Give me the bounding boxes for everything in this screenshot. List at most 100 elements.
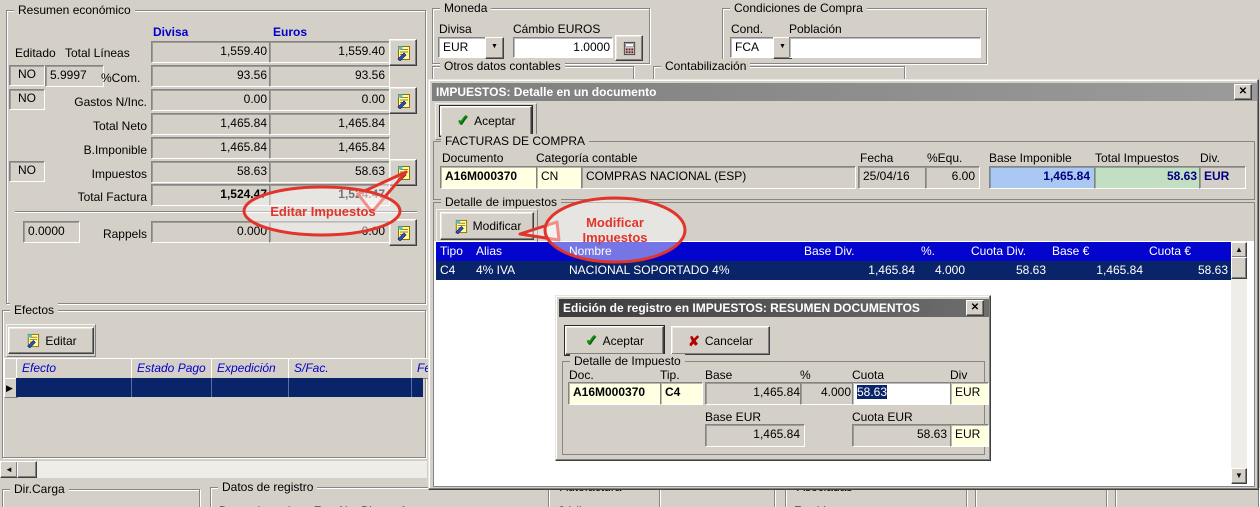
tax-row-base-div[interactable]: 1,465.84 — [800, 261, 920, 280]
close-button[interactable]: ✕ — [966, 300, 984, 316]
condiciones-compra-group: Condiciones de Compra Cond. Población FC… — [722, 8, 987, 64]
categoria-codigo-field[interactable]: CN — [536, 166, 586, 189]
tax-row-base-eur[interactable]: 1,465.84 — [1048, 261, 1148, 280]
poblacion-label: Población — [789, 22, 842, 36]
cuota-div-column-header[interactable]: Cuota Div. — [967, 242, 1052, 261]
poblacion-input[interactable] — [789, 37, 981, 58]
cuota-eur-column-header[interactable]: Cuota € — [1145, 242, 1234, 261]
dir-carga-group-title: Dir.Carga — [10, 482, 69, 496]
resumen-group-title: Resumen económico — [14, 3, 135, 17]
detalle-impuesto-group: Detalle de Impuesto Doc. Tip. Base % Cuo… — [562, 361, 985, 455]
gastos-label: Gastos N/Inc. — [52, 95, 147, 109]
aceptar-button[interactable]: ✓ Aceptar — [440, 106, 532, 136]
rappels-label: Rappels — [77, 227, 147, 241]
total-factura-label: Total Factura — [52, 190, 147, 204]
base-div-column-header[interactable]: Base Div. — [800, 242, 921, 261]
otros-datos-group-title: Otros datos contables — [440, 59, 565, 73]
impuestos-dialog-titlebar[interactable]: IMPUESTOS: Detalle en un documento — [432, 83, 1257, 101]
editado-label: Editado — [15, 46, 56, 60]
efecto-column-header[interactable]: Efecto — [16, 358, 137, 379]
edit-note-icon — [25, 333, 40, 348]
expedicion-column-header[interactable]: Expedición — [211, 358, 294, 379]
scroll-down-button[interactable]: ▼ — [1231, 468, 1247, 484]
doc-label: Doc. — [569, 368, 594, 382]
categoria-nombre-field: COMPRAS NACIONAL (ESP) — [581, 166, 856, 189]
cuota-eur-field: 58.63 — [852, 424, 952, 447]
documento-field[interactable]: A16M000370 — [440, 166, 538, 189]
estado-pago-column-header[interactable]: Estado Pago — [131, 358, 217, 379]
pct-field: 4.000 — [800, 382, 856, 405]
aceptar-button-label: Aceptar — [474, 114, 515, 128]
horizontal-scrollbar[interactable]: ◄ — [0, 461, 427, 478]
gastos-euros-field: 0.00 — [269, 89, 390, 111]
cancelar-button[interactable]: ✘ Cancelar — [671, 326, 770, 355]
cond-combobox[interactable]: FCA — [730, 37, 776, 58]
edit-note-icon — [395, 93, 411, 109]
tipo-column-header[interactable]: Tipo — [436, 242, 476, 261]
documento-label: Documento — [442, 151, 503, 165]
base-imponible-field: 1,465.84 — [989, 166, 1095, 189]
pct-column-header[interactable]: %. — [917, 242, 971, 261]
total-impuestos-label: Total Impuestos — [1095, 151, 1179, 165]
annotation-bubble-shape — [240, 166, 412, 240]
pct-label: % — [800, 368, 811, 382]
pct-com-divisa-field: 93.56 — [151, 65, 272, 87]
selected-text: 58.63 — [857, 385, 887, 399]
aceptar-button[interactable]: ✓ Aceptar — [565, 326, 664, 355]
edit-note-icon — [395, 45, 411, 61]
scroll-up-button[interactable]: ▲ — [1231, 242, 1247, 258]
close-icon: ✕ — [971, 302, 979, 313]
cambio-euros-input[interactable]: 1.0000 — [513, 37, 613, 58]
doc-field[interactable]: A16M000370 — [568, 382, 667, 405]
total-lineas-euros-field: 1,559.40 — [269, 41, 390, 63]
edit-gastos-button[interactable] — [389, 87, 417, 114]
tip-label: Tip. — [660, 368, 680, 382]
cambio-euros-label: Cámbio EUROS — [513, 22, 600, 36]
editar-impuestos-annotation-text: Editar Impuestos — [252, 204, 394, 219]
cuota-input[interactable]: 58.63 — [852, 382, 955, 405]
vertical-scrollbar-thumb[interactable] — [1231, 257, 1247, 279]
divider — [131, 378, 132, 397]
base-eur-column-header[interactable]: Base € — [1048, 242, 1149, 261]
tip-field[interactable]: C4 — [660, 382, 703, 405]
cuota-label: Cuota — [852, 368, 884, 382]
divisa-combobox[interactable]: EUR — [438, 37, 488, 58]
row-pointer-icon: ▶ — [6, 383, 13, 393]
base-field: 1,465.84 — [705, 382, 805, 405]
equ-field: 6.00 — [925, 166, 980, 189]
total-lineas-label: Total Líneas — [65, 46, 130, 60]
euros-column-header: Euros — [273, 25, 307, 39]
edicion-dialog-title: Edición de registro en IMPUESTOS: RESUME… — [563, 301, 920, 315]
tax-row-pct[interactable]: 4.000 — [917, 261, 970, 280]
divisa-dropdown-button[interactable]: ▼ — [485, 37, 504, 59]
rappels-pct-box: 0.0000 — [23, 221, 80, 243]
edicion-dialog-titlebar[interactable]: Edición de registro en IMPUESTOS: RESUME… — [559, 299, 989, 317]
contabilizacion-group-title: Contabilización — [661, 59, 750, 73]
modificar-impuestos-annotation-line2: Impuestos — [555, 230, 675, 245]
efectos-empty-row[interactable] — [16, 378, 423, 397]
editado-impuestos-flag: NO — [9, 161, 45, 182]
total-neto-label: Total Neto — [52, 119, 147, 133]
gastos-divisa-field: 0.00 — [151, 89, 272, 111]
categoria-label: Categoría contable — [536, 151, 637, 165]
tax-row-cuota-eur[interactable]: 58.63 — [1145, 261, 1233, 280]
sfac-column-header[interactable]: S/Fac. — [288, 358, 417, 379]
editar-efectos-button[interactable]: Editar — [8, 327, 94, 354]
pct-com-euros-field: 93.56 — [269, 65, 390, 87]
div-eur-field[interactable]: EUR — [950, 424, 989, 447]
tax-table-vertical-scrollbar[interactable]: ▲ ▼ — [1231, 242, 1247, 484]
autofactura-group: Autofactura Códi — [548, 487, 775, 507]
tax-row-cuota-div[interactable]: 58.63 — [967, 261, 1051, 280]
calculator-button[interactable] — [615, 35, 643, 61]
fecha-label: Fecha — [860, 151, 893, 165]
tax-row-tipo[interactable]: C4 — [436, 261, 476, 280]
divider — [288, 378, 289, 397]
horizontal-scrollbar-thumb[interactable] — [17, 461, 37, 478]
close-button[interactable]: ✕ — [1234, 84, 1252, 100]
div-label: Div. — [1200, 151, 1220, 165]
edit-total-lineas-button[interactable] — [389, 39, 417, 66]
div-field[interactable]: EUR — [950, 382, 989, 405]
total-impuestos-field: 58.63 — [1094, 166, 1202, 189]
scroll-left-button[interactable]: ◄ — [0, 461, 18, 478]
chevron-down-icon: ▼ — [491, 43, 498, 50]
